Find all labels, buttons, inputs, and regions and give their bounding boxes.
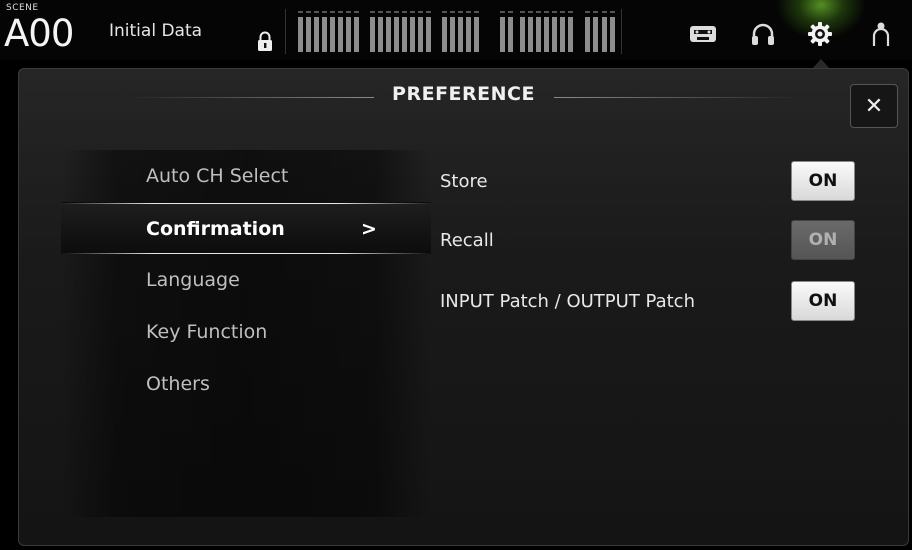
gear-icon[interactable]	[803, 18, 837, 50]
menu-item-confirmation[interactable]: Confirmation >	[61, 202, 431, 254]
preference-menu: Auto CH Select Confirmation > Language K…	[61, 150, 431, 517]
meter-peak-mark	[560, 11, 565, 13]
recall-label: Recall	[440, 230, 494, 251]
meter-channel-bar	[536, 17, 541, 52]
meter-peak-mark	[520, 11, 525, 13]
meter-peak-mark	[330, 11, 335, 13]
recall-on-button[interactable]: ON	[791, 220, 855, 260]
meter-peak-mark	[442, 11, 447, 13]
menu-item-label: Others	[146, 373, 210, 395]
meter-peak-mark	[474, 11, 479, 13]
meter-channel-bar	[552, 17, 557, 52]
meter-channel-bar	[426, 17, 431, 52]
meter-channel-bar	[544, 17, 549, 52]
meter-channel-bar	[394, 17, 399, 52]
menu-item-auto-ch-select[interactable]: Auto CH Select	[61, 150, 431, 202]
meter-peak-mark	[593, 11, 598, 13]
meter-peak-mark	[402, 11, 407, 13]
meter-channel-bar	[568, 17, 573, 52]
meter-channel-bar	[354, 17, 359, 52]
meter-peak-mark	[410, 11, 415, 13]
menu-item-label: Key Function	[146, 321, 268, 343]
meter-channel-bar	[386, 17, 391, 52]
meter-peak-mark	[536, 11, 541, 13]
scene-name[interactable]: Initial Data	[109, 21, 202, 41]
meter-peak-mark	[298, 11, 303, 13]
meter-channel-bar	[298, 17, 303, 52]
headphones-icon[interactable]	[746, 18, 780, 50]
meter-channel-bar	[458, 17, 463, 52]
meter-peak-mark	[314, 11, 319, 13]
menu-item-language[interactable]: Language	[61, 254, 431, 306]
meter-peak-mark	[346, 11, 351, 13]
meter-peak-mark	[450, 11, 455, 13]
scene-number[interactable]: A00	[4, 14, 74, 54]
meter-peak-mark	[568, 11, 573, 13]
meter-channel-bar	[338, 17, 343, 52]
meter-peak-mark	[458, 11, 463, 13]
meter-channel-bar	[474, 17, 479, 52]
meter-peak-mark	[426, 11, 431, 13]
meter-channel-bar	[500, 17, 505, 52]
meter-peak-mark	[602, 11, 607, 13]
lock-icon[interactable]	[256, 30, 274, 52]
meter-peak-mark	[322, 11, 327, 13]
meter-channel-bar	[466, 17, 471, 52]
patch-label: INPUT Patch / OUTPUT Patch	[440, 291, 695, 312]
level-meter	[285, 9, 622, 54]
meter-channel-bar	[585, 17, 590, 52]
preference-dialog: PREFERENCE ✕ Auto CH Select Confirmation…	[18, 68, 909, 546]
meter-peak-mark	[418, 11, 423, 13]
patch-on-button[interactable]: ON	[791, 281, 855, 321]
meter-peak-mark	[306, 11, 311, 13]
meter-peak-mark	[552, 11, 557, 13]
meter-peak-mark	[528, 11, 533, 13]
meter-channel-bar	[402, 17, 407, 52]
meter-channel-bar	[322, 17, 327, 52]
meter-channel-bar	[508, 17, 513, 52]
close-icon: ✕	[864, 93, 884, 119]
meter-peak-mark	[466, 11, 471, 13]
close-button[interactable]: ✕	[850, 84, 898, 128]
meter-channel-bar	[418, 17, 423, 52]
meter-channel-bar	[560, 17, 565, 52]
meter-channel-bar	[370, 17, 375, 52]
meter-channel-bar	[520, 17, 525, 52]
dialog-title: PREFERENCE	[392, 83, 535, 105]
top-bar: SCENE A00 Initial Data	[0, 0, 912, 60]
meter-peak-mark	[378, 11, 383, 13]
chevron-right-icon: >	[361, 218, 377, 240]
meter-channel-bar	[442, 17, 447, 52]
meter-peak-mark	[610, 11, 615, 13]
user-icon[interactable]	[864, 18, 898, 50]
meter-channel-bar	[528, 17, 533, 52]
recorder-icon[interactable]	[686, 18, 720, 50]
menu-item-others[interactable]: Others	[61, 358, 431, 410]
meter-channel-bar	[602, 17, 607, 52]
menu-item-label: Auto CH Select	[146, 165, 289, 187]
meter-channel-bar	[410, 17, 415, 52]
meter-peak-mark	[585, 11, 590, 13]
meter-channel-bar	[330, 17, 335, 52]
menu-item-label: Confirmation	[146, 218, 285, 240]
meter-channel-bar	[306, 17, 311, 52]
meter-channel-bar	[610, 17, 615, 52]
menu-item-key-function[interactable]: Key Function	[61, 306, 431, 358]
meter-channel-bar	[450, 17, 455, 52]
store-label: Store	[440, 171, 488, 192]
meter-peak-mark	[500, 11, 505, 13]
store-on-button[interactable]: ON	[791, 161, 855, 201]
meter-peak-mark	[354, 11, 359, 13]
meter-channel-bar	[314, 17, 319, 52]
meter-peak-mark	[370, 11, 375, 13]
meter-peak-mark	[544, 11, 549, 13]
meter-peak-mark	[508, 11, 513, 13]
meter-peak-mark	[386, 11, 391, 13]
meter-channel-bar	[593, 17, 598, 52]
menu-item-label: Language	[146, 269, 240, 291]
meter-channel-bar	[346, 17, 351, 52]
meter-peak-mark	[338, 11, 343, 13]
meter-channel-bar	[378, 17, 383, 52]
meter-peak-mark	[394, 11, 399, 13]
